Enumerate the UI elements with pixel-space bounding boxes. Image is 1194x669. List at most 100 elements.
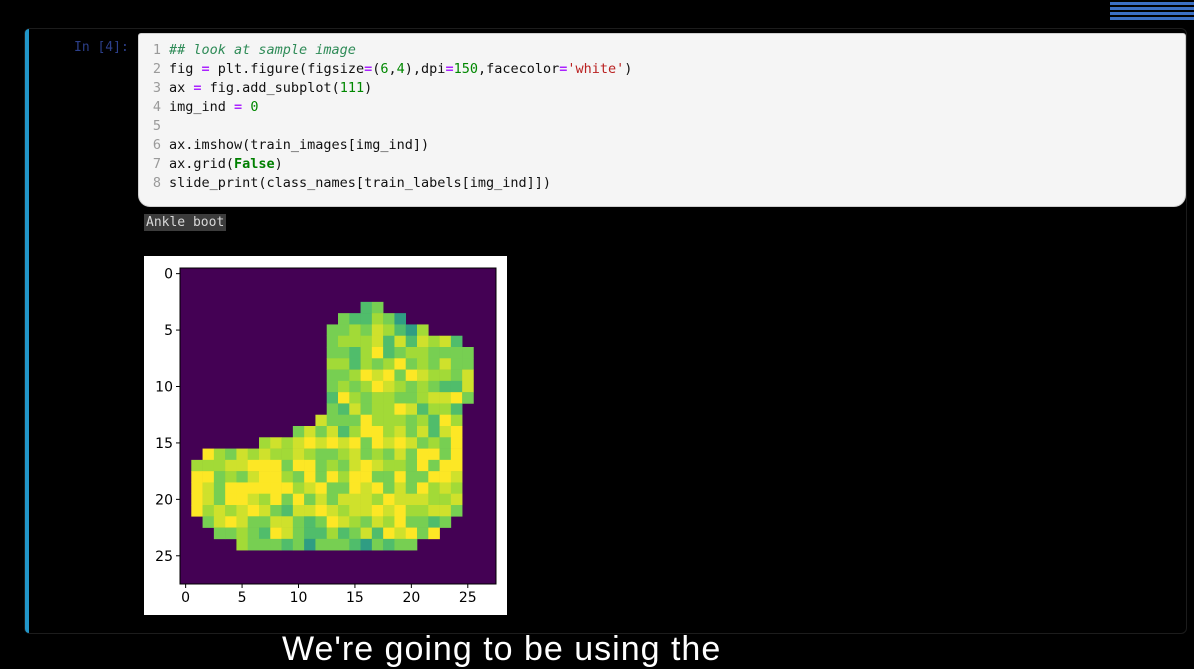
- heatmap-cell: [259, 471, 271, 483]
- heatmap-cell: [338, 347, 350, 359]
- heatmap-cell: [405, 335, 418, 348]
- code-line[interactable]: 2 fig = plt.figure(figsize=(6,4),dpi=150,…: [147, 60, 633, 79]
- line-number: 8: [152, 175, 161, 191]
- heatmap-cell: [338, 516, 350, 528]
- cell-selection-bar: [25, 29, 29, 633]
- code-lines[interactable]: 1 ## look at sample image 2 fig = plt.figur…: [147, 41, 633, 193]
- code-line[interactable]: 8 slide_print(class_names[train_labels[im…: [147, 174, 632, 193]
- heatmap-cell: [259, 538, 271, 551]
- heatmap-cell: [394, 482, 407, 495]
- code-token: ): [624, 61, 633, 77]
- heatmap-cell: [292, 527, 305, 540]
- heatmap-cell: [349, 392, 361, 404]
- heatmap-cell: [360, 516, 373, 528]
- heatmap-cell: [371, 301, 384, 314]
- line-number: 7: [152, 156, 161, 172]
- heatmap-cell: [236, 448, 249, 461]
- heatmap-cell: [371, 527, 384, 540]
- heatmap-cell: [417, 437, 429, 449]
- heatmap-cell: [338, 403, 350, 416]
- video-subtitle: We're going to be using the: [282, 630, 722, 668]
- heatmap-cell: [315, 516, 328, 528]
- heatmap-cell: [383, 380, 395, 393]
- heatmap-cell: [292, 516, 305, 528]
- code-token: =: [201, 61, 210, 77]
- heatmap-cell: [417, 403, 429, 416]
- code-line[interactable]: 1 ## look at sample image: [147, 41, 632, 60]
- heatmap-cell: [428, 493, 440, 506]
- code-token: fig: [169, 61, 202, 77]
- line-number: 5: [152, 118, 161, 134]
- heatmap-cell: [405, 482, 418, 495]
- code-line[interactable]: 4 img_ind = 0: [147, 98, 632, 117]
- line-number: 2: [152, 61, 161, 77]
- heatmap-cell: [326, 369, 339, 382]
- heatmap-cell: [394, 538, 407, 551]
- heatmap-cell: [383, 493, 395, 506]
- heatmap-cell: [338, 324, 350, 337]
- heatmap-cell: [405, 392, 418, 404]
- heatmap-cell: [394, 380, 407, 393]
- heatmap-cell: [394, 448, 407, 461]
- code-line[interactable]: 7 ax.grid(False): [147, 155, 632, 174]
- heatmap-cell: [247, 516, 260, 528]
- heatmap-cell: [450, 482, 463, 495]
- heatmap-cell: [394, 471, 407, 483]
- heatmap-cell: [202, 459, 215, 472]
- code-token: =: [364, 61, 373, 77]
- heatmap-cell: [394, 358, 407, 370]
- heatmap-cell: [450, 392, 463, 404]
- heatmap-cell: [417, 516, 429, 528]
- heatmap-cell: [270, 527, 282, 540]
- heatmap-cell: [462, 369, 474, 382]
- heatmap-cell: [383, 392, 395, 404]
- code-line[interactable]: 5: [147, 117, 632, 136]
- heatmap-cell: [405, 527, 418, 540]
- output-figure: 0 5 10 15 20 25 0 5 10 15 20 25: [144, 256, 507, 615]
- heatmap-cell: [360, 301, 373, 314]
- heatmap-cell: [428, 335, 440, 348]
- heatmap-cell: [213, 527, 226, 540]
- heatmap-cell: [281, 527, 294, 540]
- heatmap-cell: [394, 527, 407, 540]
- heatmap-cell: [360, 369, 373, 382]
- heatmap-cell: [338, 358, 350, 370]
- line-number: 4: [152, 99, 161, 115]
- heatmap-cell: [338, 471, 350, 483]
- code-line[interactable]: 6 ax.imshow(train_images[img_ind]): [147, 136, 632, 155]
- heatmap-cell: [225, 448, 237, 461]
- heatmap-cell: [439, 426, 452, 438]
- heatmap-cell: [326, 392, 339, 404]
- heatmap-cell: [202, 493, 215, 506]
- heatmap-cell: [292, 448, 305, 461]
- heatmap-cell: [315, 527, 328, 540]
- heatmap-cell: [371, 313, 384, 325]
- heatmap-cell: [281, 505, 294, 517]
- heatmap-cell: [360, 538, 373, 551]
- heatmap-cell: [247, 538, 260, 551]
- heatmap-cell: [338, 448, 350, 461]
- heatmap-cell: [247, 527, 260, 540]
- heatmap-cell: [349, 335, 361, 348]
- heatmap-cell: [405, 426, 418, 438]
- heatmap-cell: [315, 414, 328, 427]
- heatmap-cell: [360, 380, 373, 393]
- heatmap-cell: [439, 459, 452, 472]
- heatmap-cell: [202, 516, 215, 528]
- heatmap-cell: [417, 505, 429, 517]
- heatmap-cell: [292, 459, 305, 472]
- heatmap-cell: [281, 448, 294, 461]
- heatmap-cell: [292, 437, 305, 449]
- heatmap-cell: [213, 516, 226, 528]
- heatmap-cell: [338, 414, 350, 427]
- code-token: plt.figure(figsize: [209, 61, 365, 77]
- heatmap-cell: [371, 448, 384, 461]
- x-tick-label: 10: [290, 590, 308, 606]
- heatmap-cell: [270, 493, 282, 506]
- heatmap-cell: [462, 380, 474, 393]
- heatmap-cell: [450, 459, 463, 472]
- heatmap-cell: [349, 459, 361, 472]
- code-line[interactable]: 3 ax = fig.add_subplot(111): [147, 79, 632, 98]
- code-token: =: [445, 61, 454, 77]
- code-editor[interactable]: 1 ## look at sample image 2 fig = plt.figur…: [138, 33, 1186, 207]
